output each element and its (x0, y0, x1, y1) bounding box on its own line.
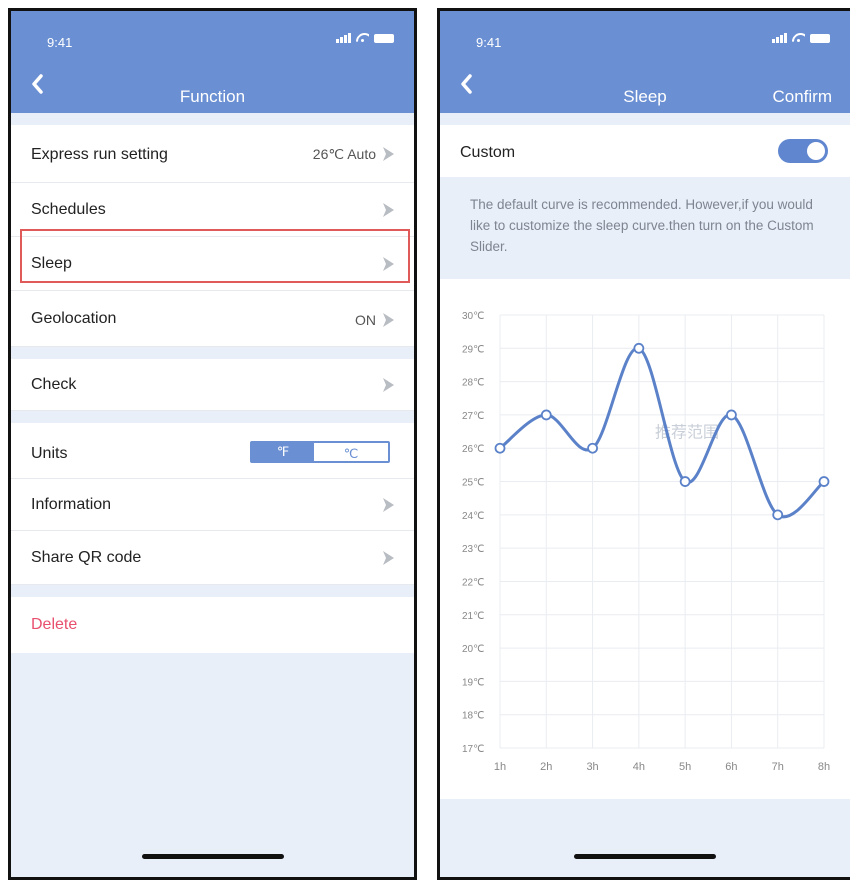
x-tick-label: 2h (540, 761, 552, 773)
y-tick-label: 21℃ (462, 611, 484, 622)
y-tick-label: 27℃ (462, 411, 484, 422)
battery-icon (374, 34, 394, 43)
sleep-screen: 9:41 Sleep Confirm Custom The default cu… (437, 8, 850, 880)
custom-toggle-switch[interactable] (778, 139, 828, 163)
x-tick-label: 4h (633, 761, 645, 773)
y-tick-label: 26℃ (462, 444, 484, 455)
nav-bar: Function (11, 59, 414, 113)
status-icons (336, 33, 394, 43)
wifi-icon (356, 33, 369, 43)
x-tick-label: 5h (679, 761, 691, 773)
curve-point-handle[interactable] (494, 442, 506, 454)
row-label: Information (31, 496, 112, 513)
row-label: Units (31, 445, 68, 462)
chevron-right-icon (383, 203, 394, 217)
y-tick-label: 28℃ (462, 378, 484, 389)
function-screen: 9:41 Function Express run setting 26℃ Au… (8, 8, 417, 880)
signal-icon (772, 33, 787, 43)
chevron-right-icon (383, 313, 394, 327)
home-indicator (574, 854, 716, 859)
y-tick-label: 29℃ (462, 344, 484, 355)
row-check[interactable]: Check (11, 359, 414, 411)
row-label: Schedules (31, 201, 106, 218)
row-value: 26℃ Auto (312, 146, 376, 162)
sleep-highlight-box (20, 229, 410, 283)
page-title: Function (179, 87, 246, 106)
chevron-right-icon (383, 551, 394, 565)
y-tick-label: 20℃ (462, 644, 484, 655)
status-bar: 9:41 (440, 11, 850, 59)
row-share-qr-code[interactable]: Share QR code (11, 531, 414, 585)
x-tick-label: 1h (494, 761, 506, 773)
confirm-button[interactable]: Confirm (772, 87, 832, 107)
row-label: Express run setting (31, 146, 168, 163)
row-custom: Custom (440, 125, 850, 177)
row-label: Share QR code (31, 549, 142, 566)
y-tick-label: 17℃ (462, 744, 484, 755)
curve-point-handle[interactable] (772, 509, 784, 521)
curve-point-handle[interactable] (587, 442, 598, 454)
row-value: ON (355, 312, 376, 328)
curve-point-handle[interactable] (679, 476, 691, 487)
y-tick-label: 18℃ (462, 711, 484, 722)
curve-point-handle[interactable] (726, 409, 737, 421)
unit-fahrenheit-option[interactable]: ℉ (252, 443, 314, 461)
row-delete[interactable]: Delete (11, 597, 414, 653)
x-tick-label: 7h (772, 761, 784, 773)
y-tick-label: 19℃ (462, 677, 484, 688)
status-time: 9:41 (476, 35, 502, 50)
y-tick-label: 25℃ (462, 478, 484, 489)
x-tick-label: 8h (818, 761, 830, 773)
status-icons (772, 33, 830, 43)
switch-knob (807, 142, 825, 160)
row-geolocation[interactable]: Geolocation ON (11, 291, 414, 347)
status-time: 9:41 (47, 35, 73, 50)
curve-point-handle[interactable] (633, 342, 645, 354)
y-tick-label: 23℃ (462, 544, 484, 555)
y-tick-label: 22℃ (462, 577, 484, 588)
units-toggle[interactable]: ℉ ℃ (250, 441, 390, 463)
signal-icon (336, 33, 351, 43)
y-tick-label: 24℃ (462, 511, 484, 522)
row-information[interactable]: Information (11, 479, 414, 531)
nav-bar: Sleep Confirm (440, 59, 850, 113)
row-express-run-setting[interactable]: Express run setting 26℃ Auto (11, 125, 414, 183)
delete-label: Delete (31, 616, 78, 633)
y-tick-label: 30℃ (462, 311, 484, 322)
chevron-right-icon (383, 498, 394, 512)
unit-celsius-option[interactable]: ℃ (316, 445, 386, 461)
curve-point-handle[interactable] (540, 409, 552, 421)
curve-point-handle[interactable] (818, 476, 830, 487)
x-tick-label: 6h (725, 761, 737, 773)
row-units: Units ℉ ℃ (11, 423, 414, 479)
row-label: Check (31, 376, 77, 393)
sleep-curve-svg[interactable]: 30℃ 29℃ 28℃ 27℃ 26℃ 25℃ 24℃ 23℃ 22℃ 21℃ 20℃ 19℃ 18℃ 1… (440, 279, 850, 799)
home-indicator (141, 854, 284, 859)
custom-label: Custom (460, 144, 516, 161)
chevron-right-icon (383, 378, 394, 392)
wifi-icon (792, 33, 805, 43)
status-bar: 9:41 (11, 11, 414, 59)
chevron-right-icon (383, 147, 394, 161)
x-tick-label: 3h (586, 761, 598, 773)
sleep-curve-chart[interactable]: 30℃ 29℃ 28℃ 27℃ 26℃ 25℃ 24℃ 23℃ 22℃ 21℃ 20℃ 19℃ 18℃ 1… (440, 279, 850, 799)
battery-icon (810, 34, 830, 43)
description-text: The default curve is recommended. Howeve… (470, 197, 814, 254)
row-label: Geolocation (31, 310, 117, 327)
